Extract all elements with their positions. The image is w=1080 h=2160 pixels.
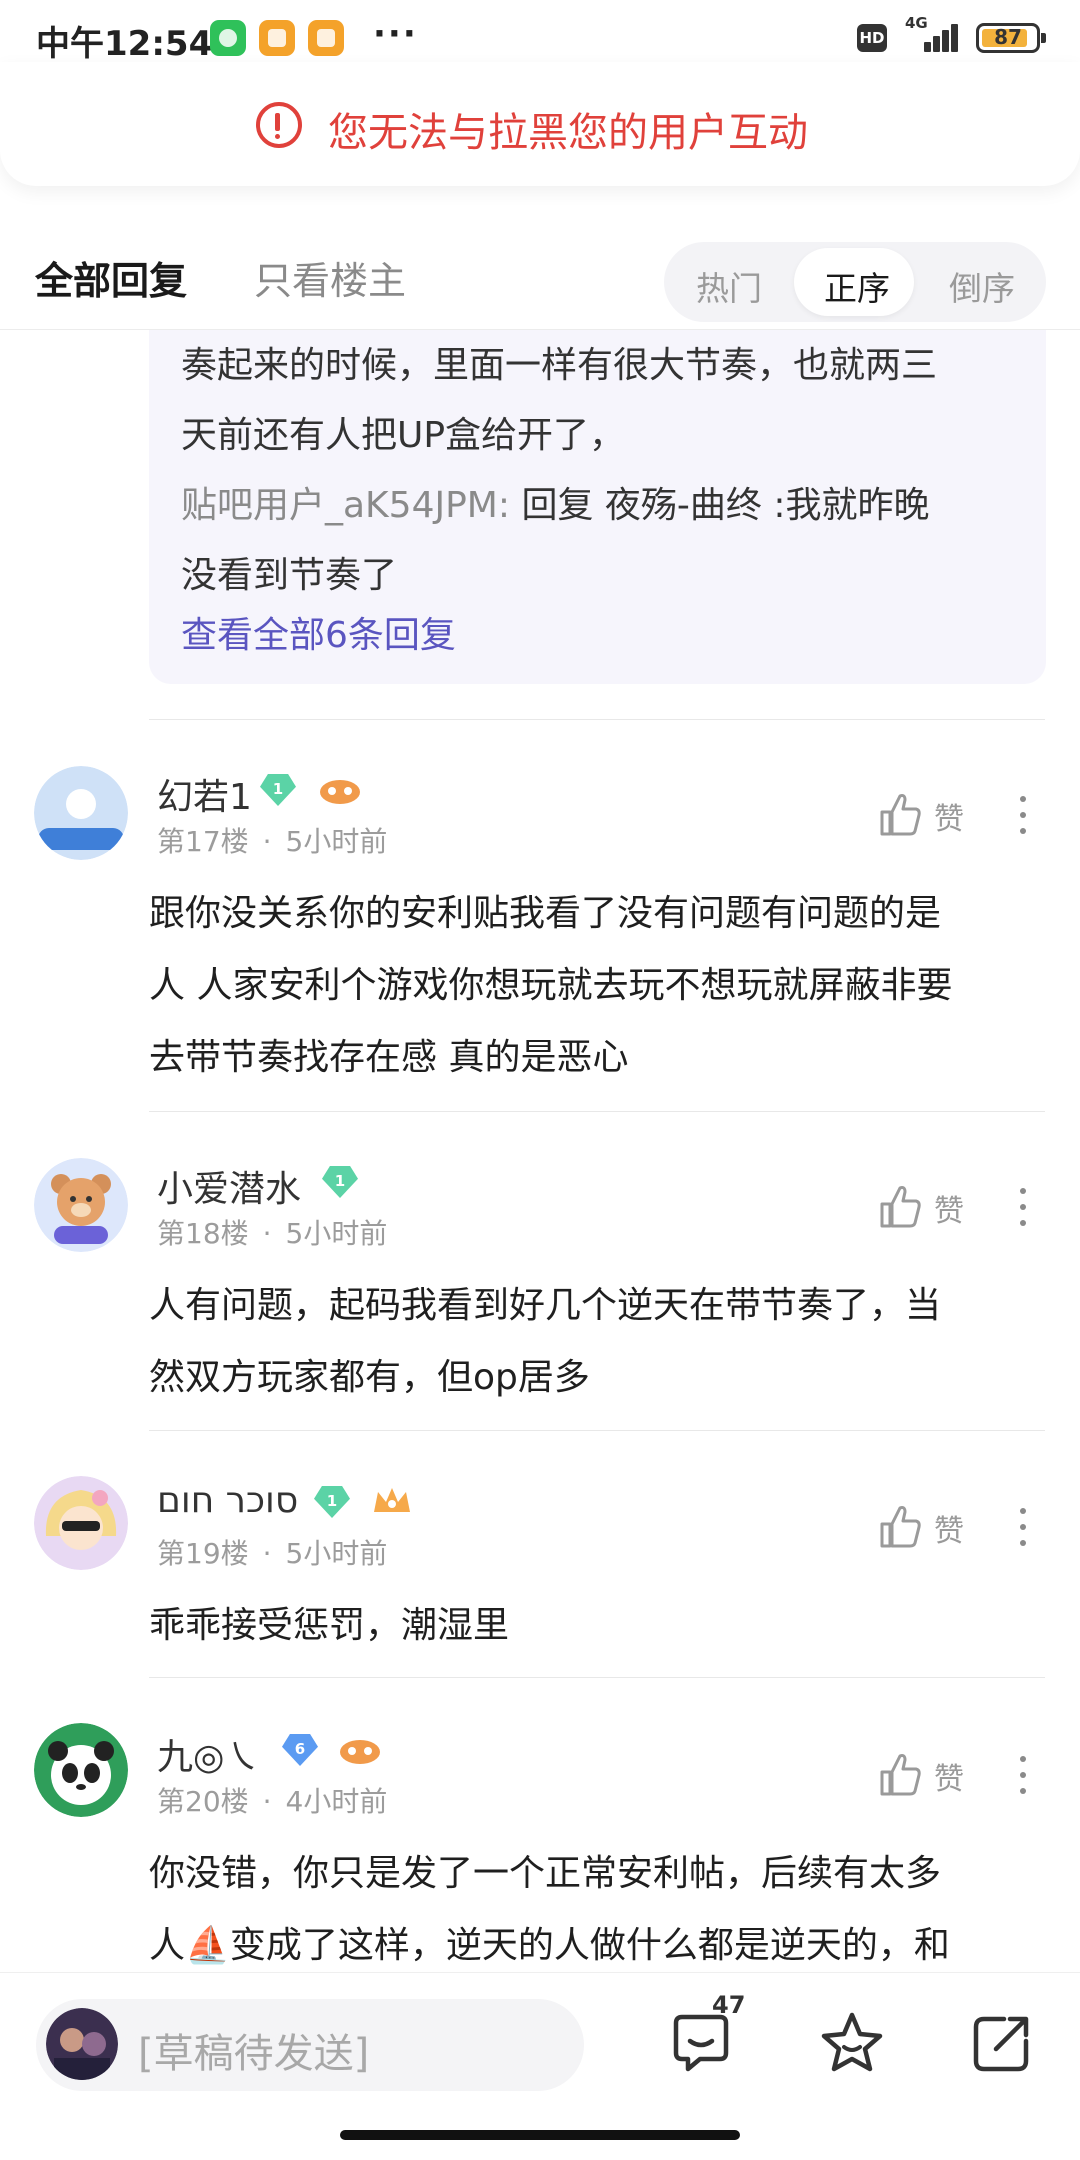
floor-number: 第19楼 [157, 1537, 249, 1570]
thumbs-up-icon [880, 1506, 921, 1548]
comment-username[interactable]: 九◎㇏ [157, 1728, 260, 1780]
game-badge-icon [318, 774, 362, 806]
like-button[interactable]: 赞 [878, 790, 988, 840]
avatar[interactable] [34, 1158, 128, 1252]
comment-meta: 第18楼 · 5小时前 [157, 1217, 388, 1250]
notes-icon [308, 20, 344, 56]
game-badge-icon [338, 1734, 382, 1766]
more-options-icon[interactable] [1008, 1502, 1038, 1552]
alert-circle-icon [256, 102, 302, 148]
like-label: 赞 [934, 1514, 964, 1549]
like-button[interactable]: 赞 [878, 1750, 988, 1800]
battery-icon: 87 [976, 23, 1046, 53]
like-button[interactable]: 赞 [878, 1502, 988, 1552]
post-time: 5小时前 [285, 1537, 388, 1570]
more-options-icon[interactable] [1008, 1750, 1038, 1800]
share-icon[interactable] [966, 2009, 1036, 2079]
post-time: 5小时前 [285, 1217, 388, 1250]
home-indicator[interactable] [340, 2130, 740, 2140]
comment-body: 你没错，你只是发了一个正常安利帖，后续有太多 人⛵变成了这样，逆天的人做什么都是… [149, 1853, 950, 1966]
sort-hot[interactable]: 热门 [696, 262, 762, 310]
view-all-replies-link[interactable]: 查看全部6条回复 [181, 606, 456, 658]
crown-badge-icon [370, 1484, 414, 1516]
sort-toggle: 热门 正序 倒序 [664, 242, 1046, 322]
comment-meta: 第19楼 · 5小时前 [157, 1537, 388, 1570]
my-avatar [46, 2008, 118, 2080]
sub-reply-text: 没看到节奏了 [181, 555, 398, 596]
sub-reply-username[interactable]: 贴吧用户_aK54JPM: [181, 485, 510, 526]
avatar[interactable] [34, 1723, 128, 1817]
battery-percent: 87 [994, 25, 1022, 49]
sub-replies-box: 奏起来的时候，里面一样有很大节奏，也就两三 天前还有人把UP盒给开了， 贴吧用户… [149, 330, 1046, 684]
floor-number: 第20楼 [157, 1785, 249, 1818]
tab-op-only[interactable]: 只看楼主 [254, 250, 406, 305]
signal-icon [918, 22, 960, 52]
reply-composer[interactable]: [草稿待发送] [36, 1999, 584, 2091]
like-button[interactable]: 赞 [878, 1182, 988, 1232]
sub-reply-text: 奏起来的时候，里面一样有很大节奏，也就两三 [181, 345, 938, 386]
like-label: 赞 [934, 1194, 964, 1229]
tab-all-replies[interactable]: 全部回复 [35, 250, 187, 305]
like-label: 赞 [934, 1762, 964, 1797]
floor-number: 第18楼 [157, 1217, 249, 1250]
comment-body: 跟你没关系你的安利贴我看了没有问题有问题的是 人 人家安利个游戏你想玩就去玩不想… [149, 893, 953, 1078]
divider [149, 1111, 1045, 1112]
notes-icon [259, 20, 295, 56]
comment-body: 乖乖接受惩罚，潮湿里 [149, 1605, 510, 1646]
comment-meta: 第20楼 · 4小时前 [157, 1785, 388, 1818]
level-badge: 1 [314, 1486, 350, 1518]
draft-placeholder: [草稿待发送] [138, 2031, 370, 2077]
divider [149, 1677, 1045, 1678]
toast-message: 您无法与拉黑您的用户互动 [328, 110, 808, 156]
more-notifications-icon: ··· [373, 14, 418, 54]
post-time: 4小时前 [285, 1785, 388, 1818]
level-badge: 6 [282, 1734, 318, 1766]
divider [149, 719, 1045, 720]
reply-filter-bar: 全部回复 只看楼主 热门 正序 倒序 [0, 230, 1080, 330]
comment-body: 人有问题，起码我看到好几个逆天在带节奏了，当 然双方玩家都有，但op居多 [149, 1285, 942, 1398]
thumbs-up-icon [880, 1186, 921, 1228]
level-badge: 1 [322, 1166, 358, 1198]
floor-number: 第17楼 [157, 825, 249, 858]
avatar[interactable] [34, 1476, 128, 1570]
comment-username[interactable]: סוכר חום [157, 1480, 298, 1521]
thumbs-up-icon [880, 1754, 921, 1796]
status-time: 中午12:54 [36, 24, 213, 64]
like-label: 赞 [934, 802, 964, 837]
level-badge: 1 [260, 774, 296, 806]
sub-reply-text: 贴吧用户_aK54JPM: 回复 夜殇-曲终 :我就昨晚 [181, 476, 929, 528]
sort-descending[interactable]: 倒序 [949, 262, 1015, 310]
wechat-icon [210, 20, 246, 56]
hd-icon: HD [857, 24, 887, 52]
comment-icon[interactable] [666, 2009, 736, 2079]
comment-username[interactable]: 小爱潜水 [157, 1160, 301, 1212]
comment-meta: 第17楼 · 5小时前 [157, 825, 388, 858]
more-options-icon[interactable] [1008, 1182, 1038, 1232]
thumbs-up-icon [880, 794, 921, 836]
sort-ascending[interactable]: 正序 [824, 262, 890, 310]
sub-reply-text: 天前还有人把UP盒给开了， [181, 415, 626, 456]
divider [149, 1430, 1045, 1431]
post-time: 5小时前 [285, 825, 388, 858]
more-options-icon[interactable] [1008, 790, 1038, 840]
avatar[interactable] [34, 766, 128, 860]
blocked-toast: 您无法与拉黑您的用户互动 [0, 62, 1080, 186]
star-icon[interactable] [817, 2009, 887, 2079]
sub-reply-content: 回复 夜殇-曲终 :我就昨晚 [510, 485, 930, 526]
comment-username[interactable]: 幻若1 [157, 768, 252, 820]
comment-count: 47 [712, 1991, 746, 2019]
